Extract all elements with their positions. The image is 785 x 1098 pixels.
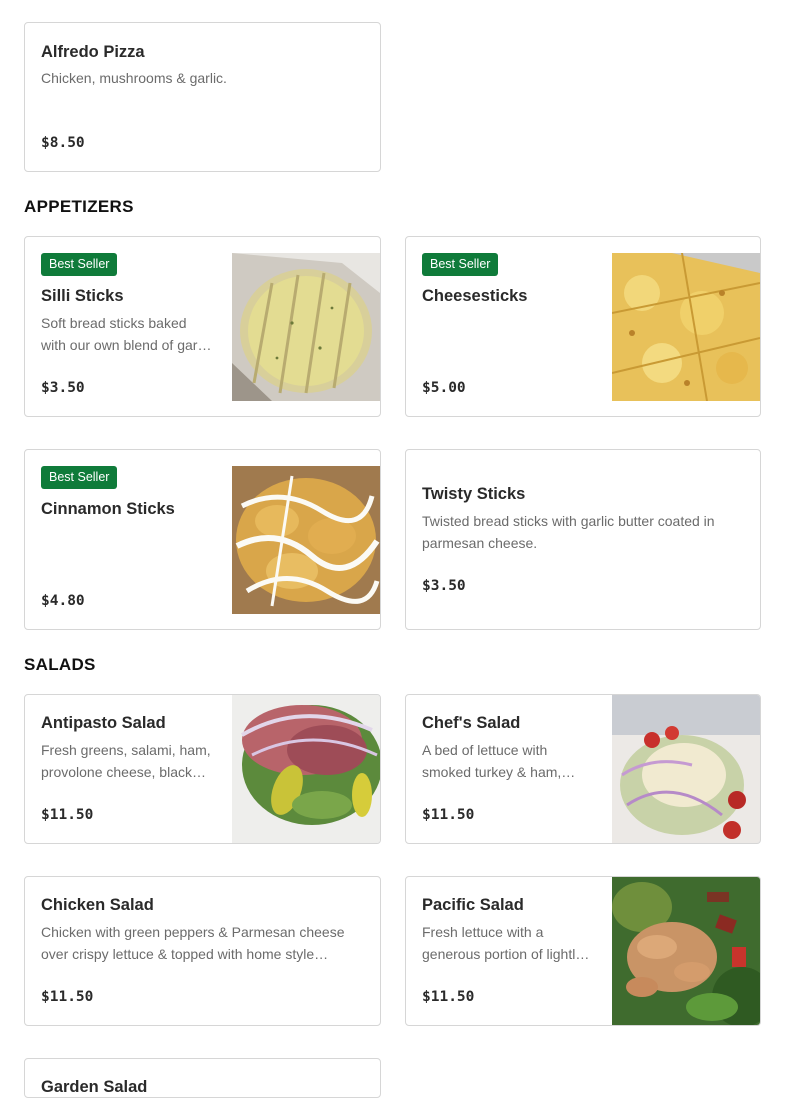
item-name: Cheesesticks — [422, 287, 528, 305]
item-price: $11.50 — [422, 989, 475, 1005]
menu-item-chicken-salad[interactable]: Chicken Salad Chicken with green peppers… — [24, 876, 381, 1026]
item-name: Chef's Salad — [422, 714, 521, 732]
item-name: Chicken Salad — [41, 896, 154, 914]
item-name: Cinnamon Sticks — [41, 500, 175, 518]
cinnamon-sticks-photo — [232, 466, 380, 614]
chefs-salad-photo — [612, 695, 760, 843]
item-name: Pacific Salad — [422, 896, 524, 914]
cheesesticks-photo — [612, 253, 760, 401]
menu-item-cheesesticks[interactable]: Best Seller Cheesesticks $5.00 — [405, 236, 761, 417]
item-description: Fresh lettuce with a generous portion of… — [422, 924, 583, 962]
item-description: Chicken, mushrooms & garlic. — [41, 70, 227, 86]
item-name: Silli Sticks — [41, 287, 124, 305]
best-seller-badge: Best Seller — [422, 253, 499, 276]
menu-item-antipasto-salad[interactable]: Antipasto Salad Fresh greens, salami, ha… — [24, 694, 381, 844]
menu-item-garden-salad[interactable]: Garden Salad — [24, 1058, 381, 1098]
best-seller-badge: Best Seller — [41, 253, 118, 276]
menu-item-silli-sticks[interactable]: Best Seller Silli Sticks Soft bread stic… — [24, 236, 381, 417]
item-description: A bed of lettuce with smoked turkey & ha… — [422, 742, 562, 780]
item-price: $11.50 — [41, 989, 94, 1005]
item-description: Soft bread sticks baked with our own ble… — [41, 315, 211, 353]
pacific-salad-photo — [612, 877, 760, 1025]
item-price: $3.50 — [422, 578, 466, 594]
menu-item-alfredo-pizza[interactable]: Alfredo Pizza Chicken, mushrooms & garli… — [24, 22, 381, 172]
item-name: Alfredo Pizza — [41, 43, 145, 61]
item-price: $11.50 — [422, 807, 475, 823]
antipasto-salad-photo — [232, 695, 380, 843]
section-title-appetizers: APPETIZERS — [24, 197, 134, 216]
menu-item-cinnamon-sticks[interactable]: Best Seller Cinnamon Sticks $4.80 — [24, 449, 381, 630]
item-price: $5.00 — [422, 380, 466, 396]
item-description: Chicken with green peppers & Parmesan ch… — [41, 924, 345, 962]
item-description: Fresh greens, salami, ham, provolone che… — [41, 742, 211, 780]
garlic-breadsticks-photo — [232, 253, 380, 401]
item-name: Twisty Sticks — [422, 485, 526, 503]
menu-item-twisty-sticks[interactable]: Twisty Sticks Twisted bread sticks with … — [405, 449, 761, 630]
section-title-salads: SALADS — [24, 655, 96, 674]
best-seller-badge: Best Seller — [41, 466, 118, 489]
item-price: $11.50 — [41, 807, 94, 823]
item-name: Antipasto Salad — [41, 714, 166, 732]
item-price: $3.50 — [41, 380, 85, 396]
item-price: $8.50 — [41, 135, 85, 151]
item-description: Twisted bread sticks with garlic butter … — [422, 513, 715, 551]
menu-item-pacific-salad[interactable]: Pacific Salad Fresh lettuce with a gener… — [405, 876, 761, 1026]
item-price: $4.80 — [41, 593, 85, 609]
menu-item-chefs-salad[interactable]: Chef's Salad A bed of lettuce with smoke… — [405, 694, 761, 844]
